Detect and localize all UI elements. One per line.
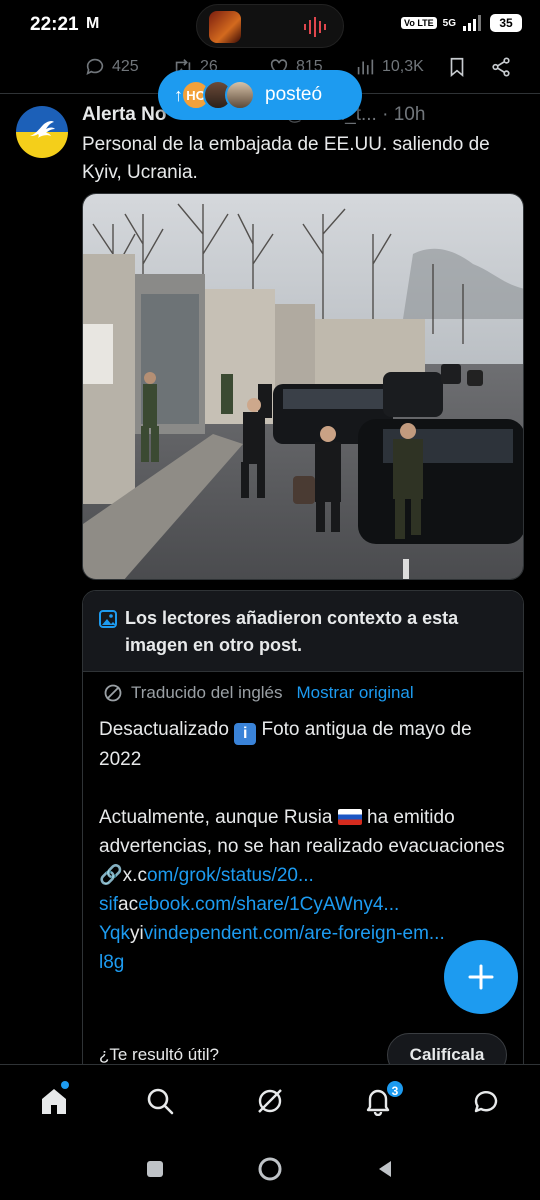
embassy-photo [83,194,523,579]
avatar[interactable] [16,106,68,158]
compose-button[interactable] [444,940,518,1014]
post-image[interactable] [82,193,524,580]
home-icon [42,1089,66,1114]
battery-icon: 35 [490,14,522,32]
posted-label: posteó [265,84,323,105]
reply-icon [86,58,104,75]
media-island[interactable] [196,4,344,48]
network-label: 5G [442,17,456,29]
system-nav [0,1138,540,1200]
author-name[interactable]: Alerta No [82,104,166,125]
helpful-question: ¿Te resultó útil? [99,1045,219,1064]
link3-tail[interactable]: l8g [99,952,124,973]
post-text: Personal de la embajada de EE.UU. salien… [82,134,490,183]
note-divider [83,671,523,672]
back-button[interactable] [372,1156,398,1182]
carrier-icon: M [86,15,100,32]
link1-prefix: x.c [122,865,147,886]
note-body: Desactualizado i Foto antigua de mayo de… [99,715,515,977]
status-bar: 22:21 M Vo LTE 5G 35 [0,0,540,52]
signal-icon [463,15,481,31]
image-icon [99,610,117,628]
nav-grok[interactable] [250,1081,290,1121]
outdated-label: Desactualizado [99,719,229,740]
link-icon: 🔗 [99,865,123,886]
share-button[interactable] [490,56,512,78]
chat-icon [474,1091,498,1113]
recents-button[interactable] [142,1156,168,1182]
link2-prefix[interactable]: sif [99,894,118,915]
source-link-2[interactable]: ebook.com/share/1CyAWny4... [138,894,399,915]
translation-row: Traducido del inglés Mostrar original [103,683,414,703]
source-link-1[interactable]: om/grok/status/20... [147,865,314,886]
home-circle-icon [258,1157,282,1181]
plus-icon [468,964,494,990]
russia-flag-icon [337,809,362,825]
search-icon [147,1088,174,1115]
reply-button[interactable]: 425 [84,56,139,78]
status-icons: Vo LTE 5G 35 [400,14,522,32]
home-button[interactable] [257,1156,283,1182]
nav-search[interactable] [140,1081,180,1121]
back-icon [379,1161,391,1177]
link2-mid: ac [118,894,139,915]
post-time: · 10h [382,104,426,125]
album-art [209,11,241,43]
note-title: Los lectores añadieron contexto a esta i… [125,608,459,655]
new-posts-pill[interactable]: ↑ HO posteó [158,70,362,120]
info-icon: i [234,723,257,745]
status-time: 22:21 [30,14,79,35]
show-original-link[interactable]: Mostrar original [297,683,414,703]
note-header: Los lectores añadieron contexto a esta i… [83,591,523,671]
source-link-3[interactable]: vindependent.com/are-foreign-em... [144,923,445,944]
bookmark-button[interactable] [446,56,468,78]
bookmark-icon [450,57,464,78]
views-button[interactable]: 10,3K [354,56,424,78]
translated-label: Traducido del inglés [131,683,283,702]
views-count: 10,3K [382,58,424,75]
link3-prefix[interactable]: Yqk [99,923,130,944]
audio-wave-icon [304,17,326,37]
nav-messages[interactable] [466,1081,506,1121]
home-unread-dot [61,1081,69,1089]
volte-icon: Vo LTE [400,17,437,29]
views-icon [357,59,374,75]
bottom-nav: 3 [0,1064,540,1138]
notification-badge: 3 [385,1079,405,1099]
pill-avatar-3 [225,80,255,110]
link3-mid: yi [130,923,144,944]
share-icon [492,57,510,77]
ukraine-flag-avatar [16,106,68,158]
translate-icon [104,684,122,702]
recents-icon [147,1161,163,1177]
reply-count: 425 [112,58,139,75]
grok-icon [258,1089,282,1113]
context-text-a: Actualmente, aunque Rusia [99,807,333,828]
